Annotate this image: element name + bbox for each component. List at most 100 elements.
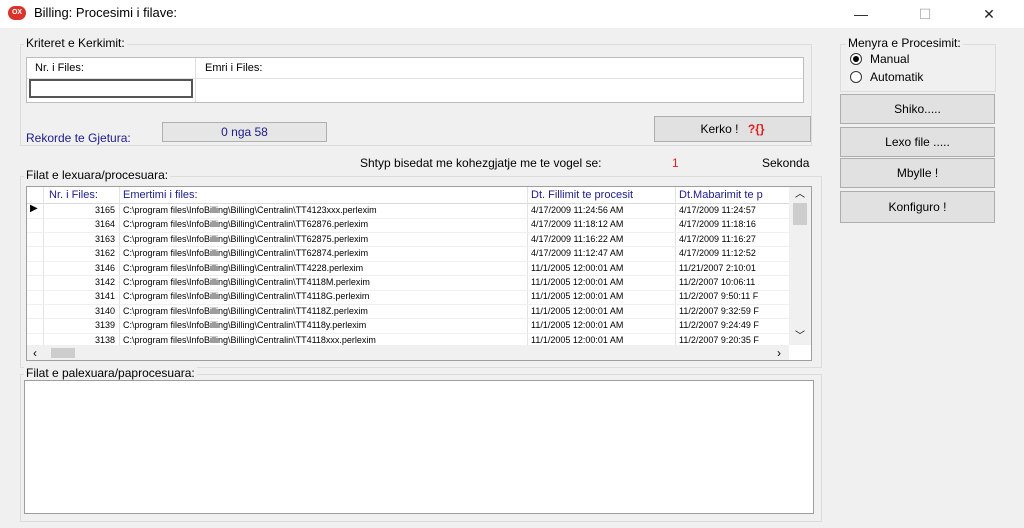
end-date-cell: 4/17/2009 11:24:57 — [679, 205, 756, 215]
grid-body: ▶ 3165 C:\program files\InfoBilling\Billin… — [27, 203, 789, 349]
view-button[interactable]: Shiko..... — [840, 94, 995, 124]
file-name-cell: C:\program files\InfoBilling\Billing\Cen… — [123, 291, 370, 302]
duration-hint-value: 1 — [672, 156, 679, 170]
file-nr-cell: 3164 — [94, 219, 115, 230]
file-nr-cell: 3165 — [94, 205, 115, 215]
title-bar: OX Billing: Procesimi i filave: — ☐ ✕ — [0, 0, 1024, 28]
file-nr-header: Nr. i Files: — [35, 62, 84, 74]
close-window-button[interactable]: ✕ — [966, 0, 1012, 28]
start-date-cell: 4/17/2009 11:16:22 AM — [531, 233, 624, 244]
radio-dot — [853, 56, 859, 62]
start-date-cell: 4/17/2009 11:12:47 AM — [531, 248, 624, 259]
file-nr-cell: 3142 — [94, 277, 115, 287]
processing-mode-legend: Menyra e Procesimit: — [846, 36, 963, 50]
end-date-cell: 11/2/2007 10:06:11 — [679, 277, 756, 287]
minimize-button[interactable]: — — [838, 0, 884, 28]
start-date-cell: 11/1/2005 12:00:01 AM — [531, 334, 624, 345]
file-name-cell: C:\program files\InfoBilling\Billing\Cen… — [123, 320, 367, 331]
records-found-value: 0 nga 58 — [162, 122, 327, 142]
file-name-cell: C:\program files\InfoBilling\Billing\Cen… — [123, 305, 368, 316]
scroll-down-icon[interactable]: ﹀ — [789, 329, 811, 345]
automatic-label: Automatik — [870, 70, 924, 84]
scroll-left-icon[interactable]: ‹ — [27, 345, 43, 360]
horizontal-scrollbar[interactable]: ‹ › — [27, 345, 789, 360]
table-row[interactable]: 3139 C:\program files\InfoBilling\Billing… — [27, 318, 789, 334]
start-date-cell: 11/1/2005 12:00:01 AM — [531, 305, 624, 316]
table-row[interactable]: 3141 C:\program files\InfoBilling\Billing… — [27, 289, 789, 305]
maximize-button[interactable]: ☐ — [902, 0, 948, 28]
table-row[interactable]: 3162 C:\program files\InfoBilling\Billing… — [27, 246, 789, 262]
processed-files-grid[interactable]: Nr. i Files: Emertimi i files: Dt. Filli… — [26, 186, 812, 361]
radio-checked-icon — [850, 53, 862, 65]
unprocessed-files-list[interactable] — [24, 380, 814, 514]
file-nr-cell: 3162 — [94, 248, 115, 259]
automatic-radio[interactable]: Automatik — [850, 70, 970, 86]
vertical-scrollbar[interactable]: ︿ ﹀ — [789, 187, 811, 345]
search-grid-divider — [195, 58, 196, 102]
start-date-cell: 11/1/2005 12:00:01 AM — [531, 277, 624, 287]
scroll-up-icon[interactable]: ︿ — [789, 187, 811, 203]
table-row[interactable]: 3140 C:\program files\InfoBilling\Billing… — [27, 304, 789, 320]
close-button[interactable]: Mbylle ! — [840, 158, 995, 188]
file-name-cell: C:\program files\InfoBilling\Billing\Cen… — [123, 205, 377, 215]
search-grid-header — [27, 58, 803, 79]
col-header-end-date[interactable]: Dt.Mabarimit te p — [679, 189, 787, 201]
start-date-cell: 11/1/2005 12:00:01 AM — [531, 262, 624, 273]
file-nr-cell: 3141 — [94, 291, 115, 302]
file-name-cell: C:\program files\InfoBilling\Billing\Cen… — [123, 334, 376, 345]
search-button-label: Kerko ! — [700, 122, 739, 136]
start-date-cell: 4/17/2009 11:18:12 AM — [531, 219, 624, 230]
horizontal-scroll-thumb[interactable] — [51, 348, 75, 358]
table-row[interactable]: 3164 C:\program files\InfoBilling\Billing… — [27, 217, 789, 233]
col-header-file-nr[interactable]: Nr. i Files: — [49, 189, 98, 201]
end-date-cell: 4/17/2009 11:18:16 — [679, 219, 756, 230]
processed-files-legend: Filat e lexuara/procesuara: — [24, 168, 171, 182]
table-row[interactable]: ▶ 3165 C:\program files\InfoBilling\Billin… — [27, 203, 789, 219]
file-name-cell: C:\program files\InfoBilling\Billing\Cen… — [123, 233, 369, 244]
window-title: Billing: Procesimi i filave: — [34, 5, 178, 20]
end-date-cell: 4/17/2009 11:16:27 — [679, 233, 756, 244]
records-found-label: Rekorde te Gjetura: — [26, 131, 131, 145]
end-date-cell: 11/2/2007 9:32:59 F — [679, 305, 759, 316]
search-query-icon: ?{} — [747, 122, 765, 136]
start-date-cell: 11/1/2005 12:00:01 AM — [531, 291, 624, 302]
vertical-scroll-thumb[interactable] — [793, 203, 807, 225]
file-name-header: Emri i Files: — [205, 62, 263, 74]
col-header-file-name[interactable]: Emertimi i files: — [123, 189, 198, 201]
configure-button[interactable]: Konfiguro ! — [840, 191, 995, 223]
file-name-cell: C:\program files\InfoBilling\Billing\Cen… — [123, 262, 364, 273]
manual-radio[interactable]: Manual — [850, 52, 970, 68]
search-grid: Nr. i Files: Emri i Files: — [26, 57, 804, 103]
scroll-right-icon[interactable]: › — [771, 345, 787, 360]
table-row[interactable]: 3146 C:\program files\InfoBilling\Billing… — [27, 261, 789, 277]
radio-unchecked-icon — [850, 71, 862, 83]
end-date-cell: 11/2/2007 9:50:11 F — [679, 291, 759, 302]
table-row[interactable]: 3163 C:\program files\InfoBilling\Billing… — [27, 232, 789, 248]
table-row[interactable]: 3142 C:\program files\InfoBilling\Billing… — [27, 275, 789, 291]
end-date-cell: 11/2/2007 9:20:35 F — [679, 334, 759, 345]
start-date-cell: 11/1/2005 12:00:01 AM — [531, 320, 624, 331]
unprocessed-files-legend: Filat e palexuara/paprocesuara: — [24, 366, 197, 380]
file-nr-cell: 3138 — [94, 334, 115, 345]
file-name-cell: C:\program files\InfoBilling\Billing\Cen… — [123, 248, 369, 259]
duration-hint-unit: Sekonda — [762, 156, 810, 170]
col-header-start-date[interactable]: Dt. Fillimit te procesit — [531, 189, 633, 201]
start-date-cell: 4/17/2009 11:24:56 AM — [531, 205, 624, 215]
file-nr-input[interactable] — [29, 79, 193, 98]
end-date-cell: 11/2/2007 9:24:49 F — [679, 320, 759, 331]
file-nr-cell: 3139 — [94, 320, 115, 331]
current-row-indicator-icon: ▶ — [30, 203, 38, 214]
read-file-button[interactable]: Lexo file ..... — [840, 127, 995, 157]
end-date-cell: 4/17/2009 11:12:52 — [679, 248, 756, 259]
file-nr-cell: 3140 — [94, 305, 115, 316]
manual-label: Manual — [870, 52, 910, 66]
file-nr-cell: 3146 — [94, 262, 115, 273]
search-button[interactable]: Kerko ! ?{} — [654, 116, 811, 142]
file-name-input[interactable] — [197, 80, 797, 98]
end-date-cell: 11/21/2007 2:10:01 — [679, 262, 756, 273]
duration-hint-label: Shtyp bisedat me kohezgjatje me te vogel… — [360, 156, 602, 170]
file-name-cell: C:\program files\InfoBilling\Billing\Cen… — [123, 277, 370, 287]
file-nr-cell: 3163 — [94, 233, 115, 244]
search-criteria-legend: Kriteret e Kerkimit: — [24, 36, 127, 50]
app-icon: OX — [8, 6, 26, 20]
